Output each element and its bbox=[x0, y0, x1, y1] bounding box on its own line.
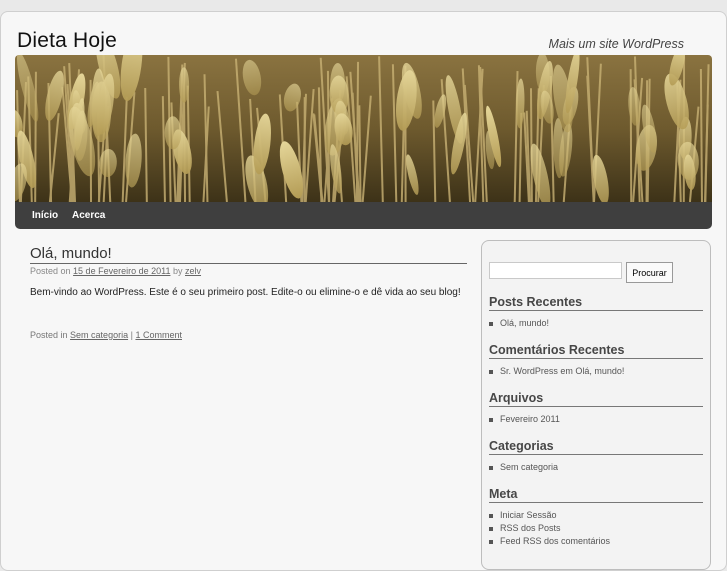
by-label: by bbox=[173, 266, 183, 276]
post-footer: Posted in Sem categoria | 1 Comment bbox=[30, 330, 182, 340]
post-category-link[interactable]: Sem categoria bbox=[70, 330, 128, 340]
recent-comment-item: Sr. WordPress em Olá, mundo! bbox=[489, 365, 624, 378]
archive-item[interactable]: Fevereiro 2011 bbox=[489, 413, 560, 426]
meta-item-login[interactable]: Iniciar Sessão bbox=[489, 509, 610, 522]
wheat-field-image bbox=[15, 55, 712, 202]
nav-item-acerca[interactable]: Acerca bbox=[72, 210, 105, 221]
comment-post-link[interactable]: Olá, mundo! bbox=[575, 366, 624, 376]
recent-post-item[interactable]: Olá, mundo! bbox=[489, 317, 549, 330]
post-author-link[interactable]: zelv bbox=[185, 266, 201, 276]
widget-title-archives: Arquivos bbox=[489, 391, 703, 407]
site-title[interactable]: Dieta Hoje bbox=[17, 29, 117, 53]
meta-item-posts-rss[interactable]: RSS dos Posts bbox=[489, 522, 610, 535]
categories-list: Sem categoria bbox=[489, 461, 558, 474]
post-date-link[interactable]: 15 de Fevereiro de 2011 bbox=[73, 266, 170, 276]
post-meta: Posted on 15 de Fevereiro de 2011 by zel… bbox=[30, 266, 201, 276]
widget-title-meta: Meta bbox=[489, 487, 703, 503]
recent-comments-list: Sr. WordPress em Olá, mundo! bbox=[489, 365, 624, 378]
recent-posts-list: Olá, mundo! bbox=[489, 317, 549, 330]
post-comments-link[interactable]: 1 Comment bbox=[135, 330, 182, 340]
archives-list: Fevereiro 2011 bbox=[489, 413, 560, 426]
main-navigation: Início Acerca bbox=[15, 202, 712, 229]
sidebar: Procurar Posts Recentes Olá, mundo! Come… bbox=[481, 240, 711, 570]
search-button[interactable]: Procurar bbox=[626, 262, 673, 283]
category-item[interactable]: Sem categoria bbox=[489, 461, 558, 474]
site-description: Mais um site WordPress bbox=[549, 37, 684, 51]
posted-in-label: Posted in bbox=[30, 330, 68, 340]
nav-item-inicio[interactable]: Início bbox=[32, 210, 58, 221]
meta-item-comments-rss[interactable]: Feed RSS dos comentários bbox=[489, 535, 610, 548]
post-title[interactable]: Olá, mundo! bbox=[30, 245, 467, 264]
meta-list: Iniciar Sessão RSS dos Posts Feed RSS do… bbox=[489, 509, 610, 548]
post-content: Bem-vindo ao WordPress. Este é o seu pri… bbox=[30, 286, 470, 299]
widget-title-recent-posts: Posts Recentes bbox=[489, 295, 703, 311]
comment-author[interactable]: Sr. WordPress bbox=[500, 366, 558, 376]
widget-title-categories: Categorias bbox=[489, 439, 703, 455]
header-image bbox=[15, 55, 712, 202]
posted-on-label: Posted on bbox=[30, 266, 71, 276]
widget-title-recent-comments: Comentários Recentes bbox=[489, 343, 703, 359]
search-input[interactable] bbox=[489, 262, 622, 279]
comment-em: em bbox=[560, 366, 573, 376]
separator: | bbox=[131, 330, 133, 340]
post-title-link[interactable]: Olá, mundo! bbox=[30, 245, 112, 262]
